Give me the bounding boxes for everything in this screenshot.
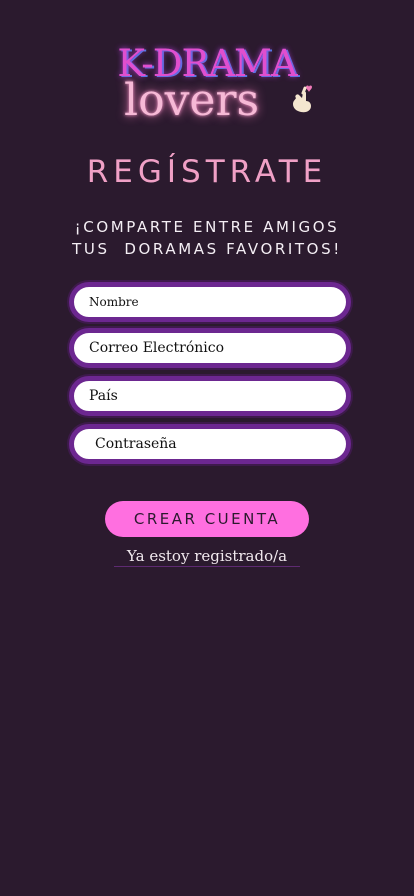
finger-heart-icon bbox=[293, 85, 312, 113]
subtitle-line-1: ¡COMPARTE ENTRE AMIGOS bbox=[74, 218, 340, 236]
page-title: REGÍSTRATE bbox=[86, 154, 328, 190]
email-field[interactable] bbox=[74, 333, 346, 363]
password-field-wrapper bbox=[69, 424, 351, 464]
country-field[interactable] bbox=[74, 381, 346, 411]
subtitle-line-2: TUS DORAMAS FAVORITOS! bbox=[72, 240, 342, 258]
country-field-wrapper bbox=[69, 376, 351, 416]
link-underline bbox=[114, 566, 300, 567]
password-field[interactable] bbox=[74, 429, 346, 459]
app-logo: K-DRAMA lovers bbox=[0, 40, 414, 130]
already-registered-link[interactable]: Ya estoy registrado/a bbox=[0, 545, 414, 567]
email-field-wrapper bbox=[69, 328, 351, 368]
create-account-button[interactable]: CREAR CUENTA bbox=[105, 501, 309, 537]
name-field-wrapper bbox=[69, 282, 351, 322]
logo-title-lovers: lovers bbox=[124, 75, 260, 126]
page-subtitle: ¡COMPARTE ENTRE AMIGOS TUS DORAMAS FAVOR… bbox=[0, 216, 414, 260]
name-field[interactable] bbox=[74, 287, 346, 317]
